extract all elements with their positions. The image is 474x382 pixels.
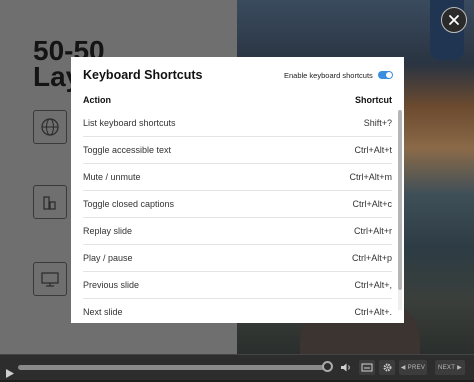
shortcut-row: Previous slide Ctrl+Alt+,	[83, 272, 392, 299]
chevron-right-icon: ▶	[457, 365, 463, 371]
shortcut-action: Next slide	[83, 307, 123, 317]
toggle-label: Enable keyboard shortcuts	[284, 71, 373, 80]
prev-button[interactable]: ◀ PREV	[399, 360, 427, 375]
seek-bar[interactable]	[18, 365, 332, 370]
seek-handle[interactable]	[322, 361, 333, 372]
toggle-knob	[386, 72, 392, 78]
shortcut-keys: Ctrl+Alt+t	[354, 145, 392, 155]
column-header-action: Action	[83, 95, 111, 105]
shortcut-keys: Shift+?	[363, 118, 392, 128]
shortcut-action: List keyboard shortcuts	[83, 118, 176, 128]
settings-button[interactable]	[379, 360, 395, 375]
shortcut-action: Replay slide	[83, 226, 133, 236]
close-icon	[449, 15, 459, 25]
dialog-title: Keyboard Shortcuts	[83, 68, 203, 82]
chevron-left-icon: ◀	[400, 365, 406, 371]
column-header-shortcut: Shortcut	[355, 95, 392, 105]
shortcut-list: List keyboard shortcuts Shift+? Toggle ac…	[71, 110, 398, 323]
shortcut-row: Replay slide Ctrl+Alt+r	[83, 218, 392, 245]
bar-chart-icon	[33, 185, 67, 219]
shortcut-keys: Ctrl+Alt+,	[354, 280, 392, 290]
shortcut-keys: Ctrl+Alt+m	[349, 172, 392, 182]
gear-icon	[383, 363, 391, 372]
shortcut-keys: Ctrl+Alt+c	[352, 199, 392, 209]
globe-icon	[33, 110, 67, 144]
shortcut-action: Mute / unmute	[83, 172, 141, 182]
keyboard-shortcuts-dialog: Keyboard Shortcuts Enable keyboard short…	[71, 57, 404, 323]
shortcut-row: List keyboard shortcuts Shift+?	[83, 110, 392, 137]
volume-button[interactable]	[338, 360, 354, 375]
captions-icon	[361, 363, 373, 371]
shortcut-keys: Ctrl+Alt+p	[351, 253, 392, 263]
monitor-icon	[33, 262, 67, 296]
play-button[interactable]	[6, 363, 14, 382]
volume-icon	[341, 363, 350, 372]
shortcut-row: Play / pause Ctrl+Alt+p	[83, 245, 392, 272]
scroll-thumb[interactable]	[398, 110, 402, 290]
next-button[interactable]: NEXT ▶	[435, 360, 465, 375]
shortcut-row: Mute / unmute Ctrl+Alt+m	[83, 164, 392, 191]
shortcut-action: Previous slide	[83, 280, 140, 290]
shortcut-row: Toggle closed captions Ctrl+Alt+c	[83, 191, 392, 218]
next-label: NEXT	[437, 364, 456, 371]
shortcut-row: Next slide Ctrl+Alt+.	[83, 299, 392, 323]
shortcut-action: Play / pause	[83, 253, 133, 263]
shortcut-keys: Ctrl+Alt+r	[353, 226, 392, 236]
dialog-scrollbar[interactable]	[398, 110, 402, 310]
shortcut-action: Toggle closed captions	[83, 199, 175, 209]
shortcut-keys: Ctrl+Alt+.	[354, 307, 392, 317]
captions-button[interactable]	[359, 360, 375, 375]
enable-shortcuts-toggle[interactable]	[378, 71, 393, 79]
slide-stage: 50-50 Lay Keyboard Shortcuts Enable keyb…	[0, 0, 474, 354]
shortcut-row: Toggle accessible text Ctrl+Alt+t	[83, 137, 392, 164]
close-button[interactable]	[441, 7, 467, 33]
play-icon	[6, 369, 14, 378]
player-controls: ◀ PREV NEXT ▶	[0, 354, 474, 380]
shortcut-action: Toggle accessible text	[83, 145, 172, 155]
prev-label: PREV	[407, 364, 426, 371]
